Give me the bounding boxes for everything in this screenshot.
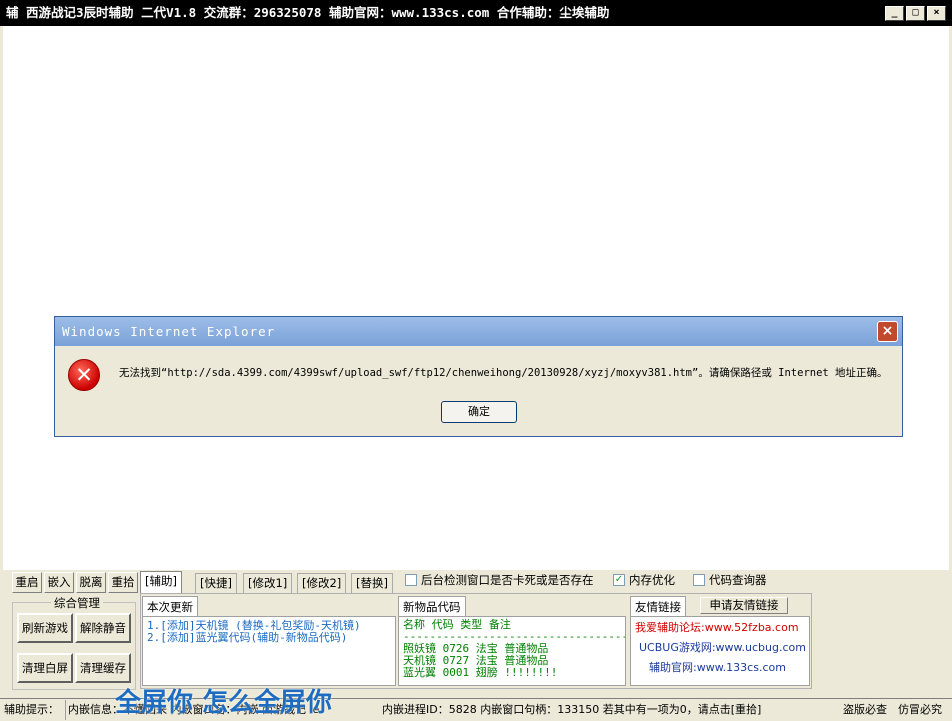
- code-query-label: 代码查询器: [709, 573, 767, 587]
- new-items-table: 名称 代码 类型 备注 ----------------------------…: [399, 617, 625, 681]
- mem-opt-option[interactable]: ✓ 内存优化: [613, 572, 675, 588]
- refresh-game-button[interactable]: 刷新游戏: [17, 613, 73, 643]
- minimize-button[interactable]: _: [885, 6, 904, 21]
- tab-assist[interactable]: [辅助]: [140, 571, 182, 594]
- friend-links-box: 我爱辅助论坛:www.52fzba.com UCBUG游戏网:www.ucbug…: [630, 616, 810, 686]
- overlay-caption: 全屏你 怎么全屏你: [115, 688, 333, 718]
- dialog-title: Windows Internet Explorer: [55, 317, 902, 346]
- tab-modify1[interactable]: [修改1]: [243, 573, 293, 593]
- bg-detect-label: 后台检测窗口是否卡死或是否存在: [421, 573, 594, 587]
- status-piracy: 盗版必查: [843, 703, 887, 716]
- apply-friend-link-button[interactable]: 申请友情链接: [700, 597, 788, 614]
- tab-shortcut[interactable]: [快捷]: [195, 573, 237, 593]
- general-management-group: 综合管理 刷新游戏 解除静音 清理白屏 清理缓存: [12, 595, 136, 690]
- error-icon: ✕: [68, 359, 100, 391]
- new-items-header: 新物品代码: [398, 596, 466, 617]
- code-query-checkbox[interactable]: [693, 574, 705, 586]
- new-item-row: 蓝光翼 0001 翅膀 !!!!!!!!: [403, 666, 558, 679]
- restart-button[interactable]: 重启: [12, 572, 42, 593]
- updates-box: 1.[添加]天机镜 (替换-礼包奖励-天机镜) 2.[添加]蓝光翼代码(辅助-新…: [142, 616, 396, 686]
- tab-modify2[interactable]: [修改2]: [297, 573, 347, 593]
- status-hint: 辅助提示：: [4, 700, 66, 720]
- close-button[interactable]: ×: [927, 6, 946, 21]
- group-title: 综合管理: [51, 595, 103, 611]
- bg-detect-option[interactable]: 后台检测窗口是否卡死或是否存在: [405, 572, 594, 588]
- bg-detect-checkbox[interactable]: [405, 574, 417, 586]
- pickup-button[interactable]: 重拾: [108, 572, 138, 593]
- update-line-2: 2.[添加]蓝光翼代码(辅助-新物品代码): [147, 631, 348, 644]
- unmute-button[interactable]: 解除静音: [75, 613, 131, 643]
- mem-opt-label: 内存优化: [629, 573, 675, 587]
- dialog-ok-button[interactable]: 确定: [441, 401, 517, 423]
- new-items-box: 名称 代码 类型 备注 ----------------------------…: [398, 616, 626, 686]
- clear-white-screen-button[interactable]: 清理白屏: [17, 653, 73, 683]
- friend-link-3[interactable]: 辅助官网:www.133cs.com: [631, 658, 809, 678]
- embedded-browser-area[interactable]: [3, 26, 949, 570]
- status-process-info: 内嵌进程ID：5828 内嵌窗口句柄：133150 若其中有一项为0，请点击[重…: [382, 703, 762, 716]
- embed-button[interactable]: 嵌入: [44, 572, 74, 593]
- window-controls: _ □ ×: [885, 6, 946, 21]
- updates-header: 本次更新: [142, 596, 198, 617]
- status-imitate: 仿冒必究: [898, 703, 942, 716]
- friend-link-1[interactable]: 我爱辅助论坛:www.52fzba.com: [631, 618, 809, 638]
- code-query-option[interactable]: 代码查询器: [693, 572, 767, 588]
- window-title: 辅 西游战记3辰时辅助 二代V1.8 交流群：296325078 辅助官网：ww…: [6, 5, 610, 20]
- friend-link-2[interactable]: UCBUG游戏网:www.ucbug.com: [631, 638, 809, 658]
- maximize-button[interactable]: □: [906, 6, 925, 21]
- dialog-close-button[interactable]: ×: [877, 321, 898, 342]
- updates-text: 1.[添加]天机镜 (替换-礼包奖励-天机镜) 2.[添加]蓝光翼代码(辅助-新…: [143, 617, 395, 647]
- detach-button[interactable]: 脱离: [76, 572, 106, 593]
- tab-replace[interactable]: [替换]: [351, 573, 393, 593]
- dialog-message: 无法找到“http://sda.4399.com/4399swf/upload_…: [119, 367, 888, 379]
- ie-error-dialog: Windows Internet Explorer × ✕ 无法找到“http:…: [54, 316, 903, 437]
- friend-links-header: 友情链接: [630, 596, 686, 617]
- mem-opt-checkbox[interactable]: ✓: [613, 574, 625, 586]
- clear-cache-button[interactable]: 清理缓存: [75, 653, 131, 683]
- title-bar: 辅 西游战记3辰时辅助 二代V1.8 交流群：296325078 辅助官网：ww…: [0, 0, 952, 26]
